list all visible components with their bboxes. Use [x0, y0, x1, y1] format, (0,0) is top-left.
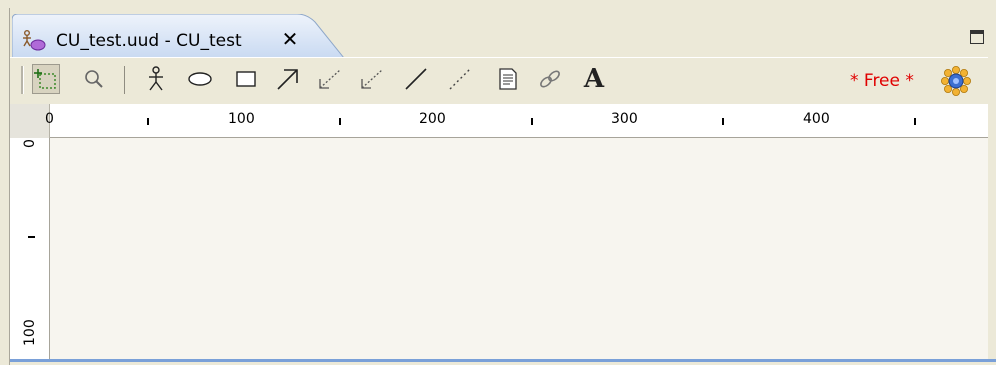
- vertical-ruler: 0 100: [10, 138, 50, 359]
- diagram-editor: CU_test.uud - CU_test ✕ A * Free * 0 100…: [9, 8, 996, 365]
- toolbar-grip[interactable]: [21, 66, 24, 94]
- ruler-label-100: 100: [22, 319, 38, 346]
- arrow-association-icon[interactable]: [274, 64, 302, 94]
- ruler-tick: [147, 118, 149, 125]
- zoom-icon[interactable]: [80, 64, 108, 94]
- ruler-tick: [28, 236, 35, 238]
- ruler-label-300: 300: [611, 111, 638, 127]
- ellipse-use-case-icon[interactable]: [186, 64, 214, 94]
- ruler-tick: [531, 118, 533, 125]
- ruler-tick: [914, 118, 916, 125]
- line-icon[interactable]: [402, 64, 430, 94]
- palette-toolbar: A * Free *: [10, 58, 988, 102]
- note-icon[interactable]: [494, 64, 522, 94]
- free-edition-label: * Free *: [850, 71, 914, 91]
- extend-relation-icon[interactable]: [358, 64, 386, 94]
- ruler-label-200: 200: [419, 111, 446, 127]
- toolbar-separator: [124, 66, 125, 94]
- maximize-icon[interactable]: [970, 30, 984, 44]
- uml-diagram-icon: [22, 30, 46, 52]
- rectangle-icon[interactable]: [232, 64, 260, 94]
- dashed-line-icon[interactable]: [446, 64, 474, 94]
- close-icon[interactable]: ✕: [279, 28, 301, 50]
- editor-tab-strip: CU_test.uud - CU_test ✕: [10, 8, 988, 58]
- actor-icon[interactable]: [142, 64, 170, 94]
- diagram-canvas[interactable]: [50, 138, 988, 359]
- selection-tool-icon[interactable]: [32, 64, 60, 94]
- tab-title: CU_test.uud - CU_test: [56, 31, 242, 51]
- text-tool-icon[interactable]: A: [580, 64, 608, 94]
- ruler-label-0: 0: [22, 139, 38, 148]
- include-relation-icon[interactable]: [316, 64, 344, 94]
- ruler-tick: [339, 118, 341, 125]
- horizontal-ruler: 0 100 200 300 400: [45, 104, 988, 138]
- note-link-icon[interactable]: [536, 64, 564, 94]
- ruler-label-0: 0: [45, 111, 54, 127]
- ruler-tick: [722, 118, 724, 125]
- ruler-label-100: 100: [228, 111, 255, 127]
- editor-bottom-border: [10, 359, 996, 362]
- editor-tab[interactable]: CU_test.uud - CU_test ✕: [12, 14, 344, 58]
- sun-badge-icon[interactable]: [940, 65, 972, 97]
- ruler-label-400: 400: [803, 111, 830, 127]
- ruler-corner: [10, 104, 50, 138]
